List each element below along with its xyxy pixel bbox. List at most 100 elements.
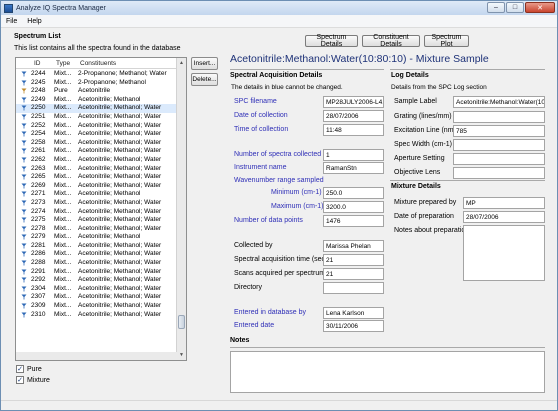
preparation-notes-field[interactable] [463, 225, 545, 281]
date-of-collection-field: 28/07/2006 [323, 110, 384, 122]
objective-lens-field[interactable] [453, 167, 545, 179]
spectrum-row[interactable]: 2258 Mixt... Acetonitrile; Methanol; Water [16, 139, 178, 148]
row-id: 2244 [31, 70, 46, 77]
mixture-sample-icon [21, 277, 27, 283]
row-constituents: Acetonitrile; Methanol; Water [78, 310, 162, 318]
spectrum-row[interactable]: 2279 Mixt... Acetonitrile; Methanol [16, 233, 178, 242]
spectrum-row[interactable]: 2291 Mixt... Acetonitrile; Methanol; Water [16, 268, 178, 277]
mixture-sample-icon [21, 200, 27, 206]
row-id: 2254 [31, 130, 46, 138]
spectrum-details-button[interactable]: Spectrum Details [305, 34, 358, 48]
mixture-checkbox[interactable]: ✓ [16, 376, 24, 384]
menu-help[interactable]: Help [22, 18, 46, 25]
spectrum-row[interactable]: 2307 Mixt... Acetonitrile; Methanol; Water [16, 293, 178, 302]
spectrum-row[interactable]: 2288 Mixt... Acetonitrile; Methanol; Water [16, 259, 178, 268]
row-constituents: Acetonitrile; Methanol; Water [78, 198, 162, 206]
spectrum-row[interactable]: 2310 Mixt... Acetonitrile; Methanol; Water [16, 311, 178, 320]
spectrum-list[interactable]: ID Type Constituents 2244 Mixt... 2-Propan… [15, 57, 187, 361]
spectrum-row[interactable]: 2263 Mixt... Acetonitrile; Methanol; Water [16, 165, 178, 174]
mixture-sample-icon [21, 71, 27, 77]
row-type: Mixt... [54, 207, 72, 215]
column-header-id[interactable]: ID [32, 60, 41, 67]
filter-pure[interactable]: ✓ Pure [16, 365, 42, 373]
row-id: 2251 [31, 112, 46, 120]
row-constituents: Acetonitrile; Methanol; Water [78, 259, 162, 267]
scroll-thumb[interactable] [178, 315, 185, 329]
excitation-line-field[interactable]: 785 [453, 125, 545, 137]
spectrum-row[interactable]: 2254 Mixt... Acetonitrile; Methanol; Water [16, 130, 178, 139]
close-icon[interactable]: ✕ [525, 2, 555, 13]
spectrum-row[interactable]: 2252 Mixt... Acetonitrile; Methanol; Water [16, 122, 178, 131]
spectrum-row[interactable]: 2269 Mixt... Acetonitrile; Methanol; Water [16, 182, 178, 191]
filter-mixture[interactable]: ✓ Mixture [16, 376, 50, 384]
row-type: Mixt... [54, 190, 72, 198]
collected-by-field[interactable]: Marissa Phelan [323, 240, 384, 252]
spectrum-row[interactable]: 2275 Mixt... Acetonitrile; Methanol; Water [16, 216, 178, 225]
notes-field[interactable] [230, 351, 545, 393]
row-constituents: Acetonitrile; Methanol; Water [78, 302, 162, 310]
spectrum-row[interactable]: 2262 Mixt... Acetonitrile; Methanol; Water [16, 156, 178, 165]
row-type: Mixt... [54, 173, 72, 181]
insert-button[interactable]: Insert... [191, 57, 218, 70]
mixture-sample-icon [21, 243, 27, 249]
spec-width-field[interactable] [453, 139, 545, 151]
spectrum-plot-button[interactable]: Spectrum Plot [424, 34, 469, 48]
vertical-scrollbar[interactable]: ▲ ▼ [176, 58, 186, 360]
spectrum-row[interactable]: 2271 Mixt... Acetonitrile; Methanol [16, 190, 178, 199]
acquisition-time-field[interactable]: 21 [323, 254, 384, 266]
spectrum-row[interactable]: 2265 Mixt... Acetonitrile; Methanol; Water [16, 173, 178, 182]
row-type: Mixt... [54, 267, 72, 275]
spectrum-row[interactable]: 2251 Mixt... Acetonitrile; Methanol; Water [16, 113, 178, 122]
spectrum-row[interactable]: 2286 Mixt... Acetonitrile; Methanol; Water [16, 250, 178, 259]
app-icon [4, 3, 13, 13]
prepared-by-field[interactable]: MP [463, 197, 545, 209]
row-type: Mixt... [54, 293, 72, 301]
spectrum-row[interactable]: 2304 Mixt... Acetonitrile; Methanol; Water [16, 285, 178, 294]
row-constituents: Acetonitrile [78, 87, 111, 95]
row-id: 2281 [31, 241, 46, 249]
excitation-line-label: Excitation Line (nm) [394, 127, 456, 134]
directory-field[interactable] [323, 282, 384, 294]
row-constituents: 2-Propanone; Methanol; Water [78, 70, 167, 77]
scans-field[interactable]: 21 [323, 268, 384, 280]
spectrum-row[interactable]: 2274 Mixt... Acetonitrile; Methanol; Water [16, 208, 178, 217]
spectrum-row[interactable]: 2273 Mixt... Acetonitrile; Methanol; Water [16, 199, 178, 208]
window-title: Analyze IQ Spectra Manager [16, 4, 106, 12]
pure-checkbox[interactable]: ✓ [16, 365, 24, 373]
scroll-up-icon[interactable]: ▲ [177, 58, 186, 68]
menu-bar: File Help [1, 15, 557, 28]
mixture-sample-icon [21, 174, 27, 180]
divider [390, 180, 545, 181]
sample-label-field[interactable]: Acetonitrile:Methanol:Water(10 [453, 96, 545, 108]
menu-file[interactable]: File [1, 18, 22, 25]
spectrum-row[interactable]: 2281 Mixt... Acetonitrile; Methanol; Water [16, 242, 178, 251]
column-header-constituents[interactable]: Constituents [78, 60, 116, 67]
maximize-icon[interactable]: □ [506, 2, 524, 13]
row-id: 2307 [31, 293, 46, 301]
spectrum-row[interactable]: 2309 Mixt... Acetonitrile; Methanol; Water [16, 302, 178, 311]
grating-field[interactable] [453, 111, 545, 123]
row-constituents: Acetonitrile; Methanol; Water [78, 181, 162, 189]
delete-button[interactable]: Delete... [191, 73, 218, 86]
minimize-icon[interactable]: – [487, 2, 505, 13]
row-constituents: Acetonitrile; Methanol [78, 190, 141, 198]
spectrum-row[interactable]: 2248 Pure Acetonitrile [16, 87, 178, 96]
row-constituents: Acetonitrile; Methanol; Water [78, 138, 162, 146]
aperture-field[interactable] [453, 153, 545, 165]
row-id: 2262 [31, 155, 46, 163]
scroll-down-icon[interactable]: ▼ [177, 350, 186, 360]
date-of-preparation-label: Date of preparation [394, 213, 454, 220]
spectrum-row[interactable]: 2278 Mixt... Acetonitrile; Methanol; Water [16, 225, 178, 234]
spectrum-row[interactable]: 2245 Mixt... 2-Propanone; Methanol [16, 79, 178, 88]
spectrum-row[interactable]: 2244 Mixt... 2-Propanone; Methanol; Water [16, 70, 178, 79]
notes-title: Notes [230, 337, 250, 344]
date-of-preparation-field[interactable]: 28/07/2006 [463, 211, 545, 223]
spectrum-row[interactable]: 2292 Mixt... Acetonitrile; Methanol; Water [16, 276, 178, 285]
constituent-details-button[interactable]: Constituent Details [362, 34, 420, 48]
spectrum-row[interactable]: 2250 Mixt... Acetonitrile; Methanol; Water [16, 104, 178, 113]
column-header-type[interactable]: Type [54, 60, 70, 67]
spectrum-row[interactable]: 2249 Mixt... Acetonitrile; Methanol [16, 96, 178, 105]
spectrum-row[interactable]: 2261 Mixt... Acetonitrile; Methanol; Water [16, 147, 178, 156]
window-controls: – □ ✕ [486, 2, 555, 13]
horizontal-scrollbar[interactable] [16, 352, 178, 360]
